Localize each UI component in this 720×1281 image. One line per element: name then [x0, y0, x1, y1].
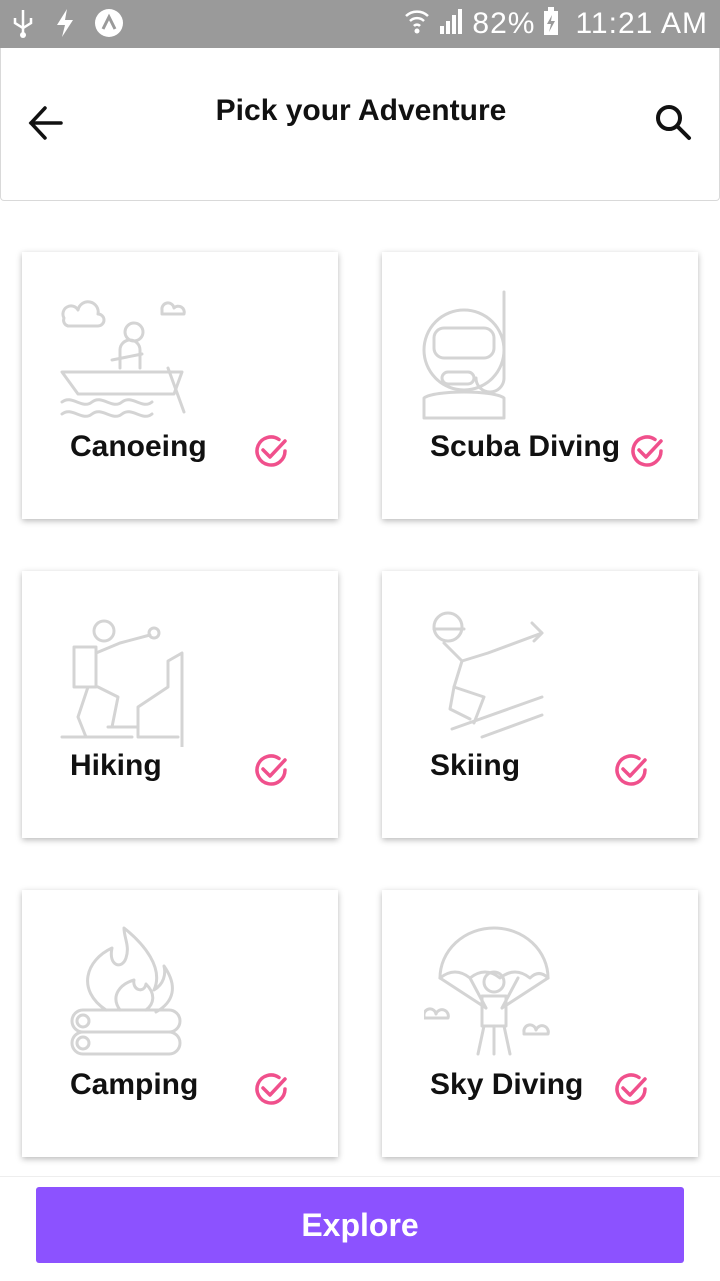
battery-percent: 82%: [472, 6, 536, 40]
bottom-action-bar: Explore: [0, 1176, 720, 1281]
check-circle-icon: [255, 1073, 287, 1105]
clock: 11:21 AM: [575, 6, 708, 40]
activity-card-skiing[interactable]: Skiing: [382, 571, 698, 838]
activity-card-scuba-diving[interactable]: Scuba Diving: [382, 252, 698, 519]
campfire-icon: [70, 926, 182, 1056]
battery-charging-icon: [543, 6, 559, 41]
app-notification-icon: [94, 8, 124, 43]
signal-icon: [438, 6, 464, 41]
check-circle-icon: [615, 754, 647, 786]
activity-label: Camping: [70, 1068, 199, 1101]
activity-label: Skiing: [430, 749, 521, 782]
check-circle-icon: [255, 754, 287, 786]
activity-label: Scuba Diving: [430, 430, 621, 463]
wifi-icon: [404, 6, 430, 41]
activity-label: Sky Diving: [430, 1068, 584, 1101]
hiker-icon: [60, 619, 184, 747]
check-circle-icon: [615, 1073, 647, 1105]
activity-card-sky-diving[interactable]: Sky Diving: [382, 890, 698, 1157]
skier-icon: [432, 611, 544, 739]
activity-card-canoeing[interactable]: Canoeing: [22, 252, 338, 519]
activity-label: Canoeing: [70, 430, 207, 463]
status-bar: 82% 11:21 AM: [0, 0, 720, 48]
check-circle-icon: [631, 435, 663, 467]
explore-button[interactable]: Explore: [36, 1187, 684, 1263]
search-button[interactable]: [651, 100, 697, 146]
activity-card-camping[interactable]: Camping: [22, 890, 338, 1157]
usb-icon: [10, 8, 36, 43]
page-title: Pick your Adventure: [215, 94, 507, 127]
activity-card-hiking[interactable]: Hiking: [22, 571, 338, 838]
scuba-diver-icon: [422, 290, 506, 420]
search-icon: [656, 105, 691, 140]
parachute-icon: [424, 926, 550, 1056]
activity-label: Hiking: [70, 749, 162, 782]
check-circle-icon: [255, 435, 287, 467]
canoe-icon: [60, 300, 186, 418]
flash-icon: [54, 8, 76, 43]
app-header: Pick your Adventure: [0, 48, 720, 201]
